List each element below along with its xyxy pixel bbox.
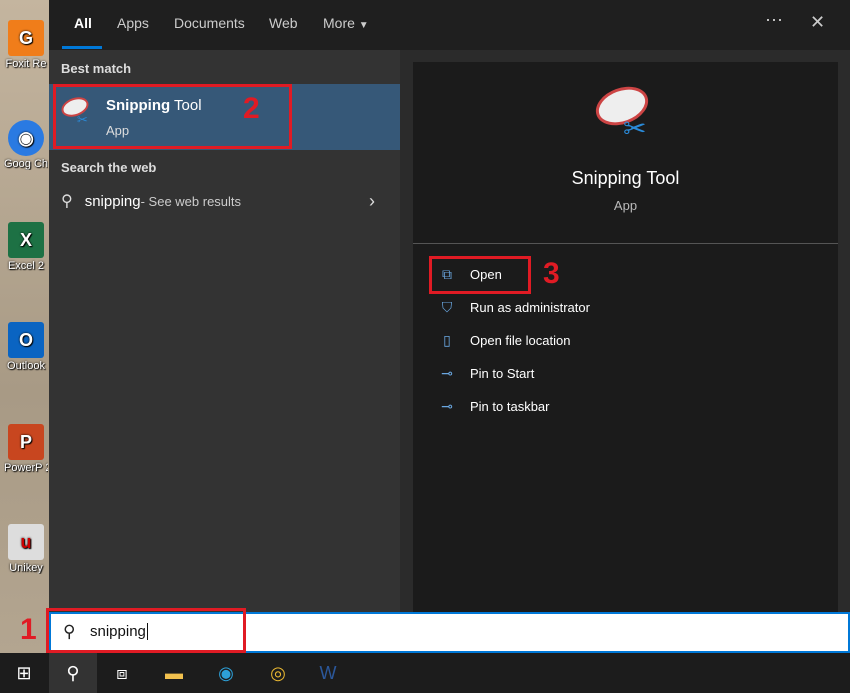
file-explorer-icon[interactable]: ▬ [150, 653, 198, 693]
pin-icon: ⊸ [441, 398, 453, 414]
annotation-label-2: 2 [243, 92, 260, 125]
search-icon: ⚲ [61, 193, 73, 210]
tab-apps[interactable]: Apps [117, 15, 149, 31]
app-details-card: ✂ Snipping Tool App ⧉ Open ⛉ Run as admini… [413, 62, 838, 612]
more-options-icon[interactable]: ⋯ [765, 10, 783, 31]
caret-down-icon: ▼ [358, 20, 369, 31]
shield-icon: ⛉ [441, 299, 453, 315]
desktop: GFoxit Re ◉Goog Chrom XExcel 2 OOutlook … [0, 0, 49, 653]
task-view-icon[interactable]: ⧈ [98, 653, 146, 693]
annotation-box-3 [429, 256, 531, 294]
annotation-box-1 [46, 608, 246, 653]
word-icon[interactable]: W [304, 653, 352, 693]
desktop-icon-unikey[interactable]: u Unikey [4, 524, 48, 574]
app-type: App [613, 198, 638, 213]
windows-start-icon[interactable]: ⊞ [0, 653, 48, 693]
desktop-icon-excel[interactable]: X Excel 2 [4, 222, 48, 272]
search-icon[interactable]: ⚲ [49, 653, 97, 693]
action-open-file-location[interactable]: ▯ Open file location [437, 332, 570, 349]
action-pin-to-start[interactable]: ⊸ Pin to Start [437, 365, 534, 382]
search-web-heading: Search the web [61, 160, 157, 175]
best-match-heading: Best match [61, 61, 132, 76]
web-result-item[interactable]: ⚲ snipping - See web results › [49, 185, 400, 217]
tab-web[interactable]: Web [269, 15, 298, 31]
snipping-tool-large-icon: ✂ [590, 79, 655, 144]
chrome-icon[interactable]: ◎ [254, 653, 302, 693]
details-pane: ✂ Snipping Tool App ⧉ Open ⛉ Run as admini… [400, 50, 850, 612]
tab-more[interactable]: More ▼ [323, 15, 369, 31]
desktop-icon-chrome[interactable]: ◉Goog Chrom [4, 120, 48, 170]
tab-documents[interactable]: Documents [174, 15, 245, 31]
desktop-icon-powerpoint[interactable]: PPowerP 2016 [4, 424, 48, 474]
action-pin-to-taskbar[interactable]: ⊸ Pin to taskbar [437, 398, 549, 415]
app-title: Snipping Tool [571, 168, 680, 188]
tab-all[interactable]: All [74, 15, 92, 31]
divider [413, 243, 838, 244]
folder-icon: ▯ [443, 332, 451, 348]
active-tab-indicator [62, 46, 102, 49]
taskbar: ⊞ ⚲ ⧈ ▬ ◉ ◎ W [0, 653, 850, 693]
desktop-icon-outlook[interactable]: O Outlook [4, 322, 48, 372]
tab-bar: All Apps Documents Web More ▼ ⋯ ✕ [49, 0, 850, 50]
edge-icon[interactable]: ◉ [202, 653, 250, 693]
chevron-right-icon: › [369, 190, 375, 211]
annotation-label-1: 1 [20, 613, 37, 646]
annotation-label-3: 3 [543, 257, 560, 290]
close-icon[interactable]: ✕ [810, 12, 825, 33]
desktop-icon-foxit[interactable]: G Foxit Re [4, 20, 48, 70]
pin-icon: ⊸ [441, 365, 453, 381]
action-run-as-admin[interactable]: ⛉ Run as administrator [437, 299, 590, 316]
